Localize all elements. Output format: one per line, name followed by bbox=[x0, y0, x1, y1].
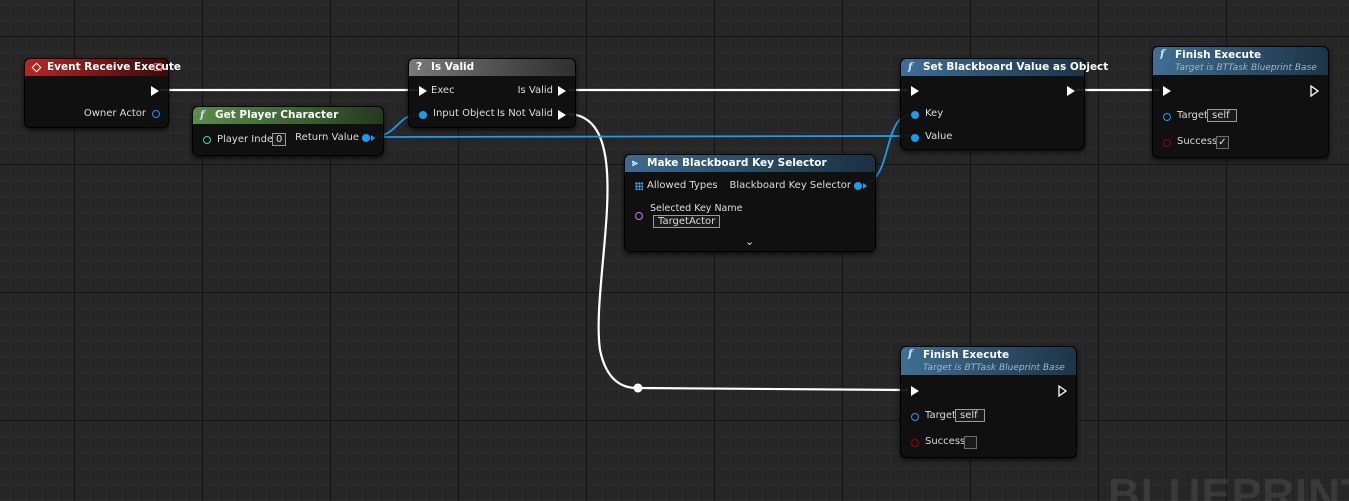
node-header: ⪢ Make Blackboard Key Selector bbox=[625, 155, 875, 172]
pin-arrow-icon bbox=[863, 183, 867, 189]
node-set-blackboard-value-as-object[interactable]: f Set Blackboard Value as Object Key Val… bbox=[900, 58, 1108, 150]
pin-selected-key-name[interactable] bbox=[635, 212, 643, 220]
exec-out-pin[interactable] bbox=[1310, 85, 1320, 97]
pin-player-index[interactable] bbox=[203, 136, 211, 144]
expand-chevron-icon[interactable]: ⌄ bbox=[745, 235, 754, 248]
function-f-icon: f bbox=[908, 61, 913, 73]
pin-owner-actor[interactable] bbox=[152, 110, 160, 118]
pin-exec-label: Exec bbox=[431, 85, 455, 96]
exec-out-pin[interactable] bbox=[151, 86, 159, 96]
exec-out-is-not-valid-pin[interactable] bbox=[558, 110, 566, 120]
node-event-receive-execute[interactable]: Event Receive Execute Owner Actor bbox=[24, 58, 181, 128]
exec-in-pin[interactable] bbox=[911, 86, 919, 96]
pin-is-not-valid-label: Is Not Valid bbox=[496, 108, 553, 119]
node-title: Get Player Character bbox=[215, 109, 339, 121]
node-header: f Get Player Character bbox=[193, 107, 383, 124]
pin-arrow-icon bbox=[371, 135, 375, 141]
pin-allowed-types-label: Allowed Types bbox=[647, 180, 718, 191]
pin-return-value[interactable] bbox=[362, 134, 370, 142]
player-index-input[interactable]: 0 bbox=[272, 133, 286, 146]
function-f-icon: f bbox=[1160, 48, 1165, 60]
delegate-pin[interactable] bbox=[154, 63, 162, 71]
node-subtitle: Target is BTTask Blueprint Base bbox=[923, 363, 1065, 373]
target-input[interactable]: self bbox=[955, 409, 985, 422]
target-input[interactable]: self bbox=[1207, 109, 1237, 122]
pin-is-valid-label: Is Valid bbox=[517, 85, 553, 96]
pin-blackboard-key-selector-label: Blackboard Key Selector bbox=[729, 180, 852, 191]
node-finish-execute-failure[interactable]: f Finish Execute Target is BTTask Bluepr… bbox=[900, 346, 1077, 458]
pin-owner-actor-label: Owner Actor bbox=[83, 108, 146, 119]
pin-success-label: Success bbox=[1177, 136, 1218, 147]
node-header: f Finish Execute Target is BTTask Bluepr… bbox=[901, 347, 1076, 375]
node-is-valid[interactable]: ? Is Valid Exec Is Valid Input Object Is… bbox=[408, 58, 576, 128]
exec-out-pin[interactable] bbox=[1058, 385, 1068, 397]
success-checkbox[interactable]: ✓ bbox=[1216, 136, 1229, 149]
pin-input-object[interactable] bbox=[419, 111, 427, 119]
exec-out-is-valid-pin[interactable] bbox=[558, 86, 566, 96]
node-header: f Set Blackboard Value as Object bbox=[901, 59, 1108, 76]
pin-player-index-label: Player Index bbox=[217, 134, 279, 145]
pin-key-label: Key bbox=[925, 108, 944, 119]
node-header: Event Receive Execute bbox=[25, 59, 181, 76]
exec-in-pin[interactable] bbox=[1163, 86, 1171, 96]
node-title: Finish Execute bbox=[923, 349, 1010, 361]
reroute-knot bbox=[633, 383, 643, 393]
node-header: f Finish Execute Target is BTTask Bluepr… bbox=[1153, 47, 1328, 75]
pin-blackboard-key-selector[interactable] bbox=[854, 182, 862, 190]
pin-success-label: Success bbox=[925, 436, 966, 447]
node-title: Is Valid bbox=[431, 61, 475, 73]
blueprint-graph-canvas[interactable]: Event Receive Execute Owner Actor f Get … bbox=[0, 0, 1349, 501]
pin-target[interactable] bbox=[911, 413, 919, 421]
pin-selected-key-name-label: Selected Key Name bbox=[650, 203, 743, 214]
pin-return-value-label: Return Value bbox=[295, 132, 359, 143]
node-title: Finish Execute bbox=[1175, 49, 1262, 61]
pin-target[interactable] bbox=[1163, 113, 1171, 121]
node-make-blackboard-key-selector[interactable]: ⪢ Make Blackboard Key Selector Allowed T… bbox=[624, 154, 876, 252]
question-icon: ? bbox=[416, 61, 423, 73]
node-subtitle: Target is BTTask Blueprint Base bbox=[1175, 63, 1317, 73]
exec-in-pin[interactable] bbox=[911, 386, 919, 396]
pin-value-label: Value bbox=[925, 131, 953, 142]
pin-success[interactable] bbox=[911, 439, 919, 447]
blueprint-watermark: BLUEPRINT bbox=[1108, 470, 1349, 501]
pin-target-label: Target bbox=[925, 410, 956, 421]
pin-allowed-types-grid-icon[interactable] bbox=[635, 182, 643, 190]
pin-target-label: Target bbox=[1177, 110, 1208, 121]
node-title: Make Blackboard Key Selector bbox=[647, 157, 827, 169]
function-f-icon: f bbox=[908, 348, 913, 360]
make-struct-icon: ⪢ bbox=[632, 158, 638, 169]
exec-out-pin[interactable] bbox=[1067, 86, 1075, 96]
pin-input-object-label: Input Object bbox=[433, 108, 495, 119]
function-f-icon: f bbox=[200, 109, 205, 121]
node-title: Set Blackboard Value as Object bbox=[923, 61, 1109, 73]
selected-key-name-input[interactable]: TargetActor bbox=[653, 215, 720, 228]
pin-success[interactable] bbox=[1163, 139, 1171, 147]
exec-in-pin[interactable] bbox=[419, 86, 427, 96]
node-get-player-character[interactable]: f Get Player Character Player Index 0 Re… bbox=[192, 106, 384, 156]
pin-key[interactable] bbox=[911, 111, 919, 119]
object-wire-return-to-value bbox=[369, 135, 914, 138]
pin-value[interactable] bbox=[911, 134, 919, 142]
node-finish-execute-success[interactable]: f Finish Execute Target is BTTask Bluepr… bbox=[1152, 46, 1329, 158]
event-diamond-icon bbox=[31, 62, 42, 73]
node-header: ? Is Valid bbox=[409, 59, 575, 76]
success-checkbox[interactable] bbox=[964, 436, 977, 449]
